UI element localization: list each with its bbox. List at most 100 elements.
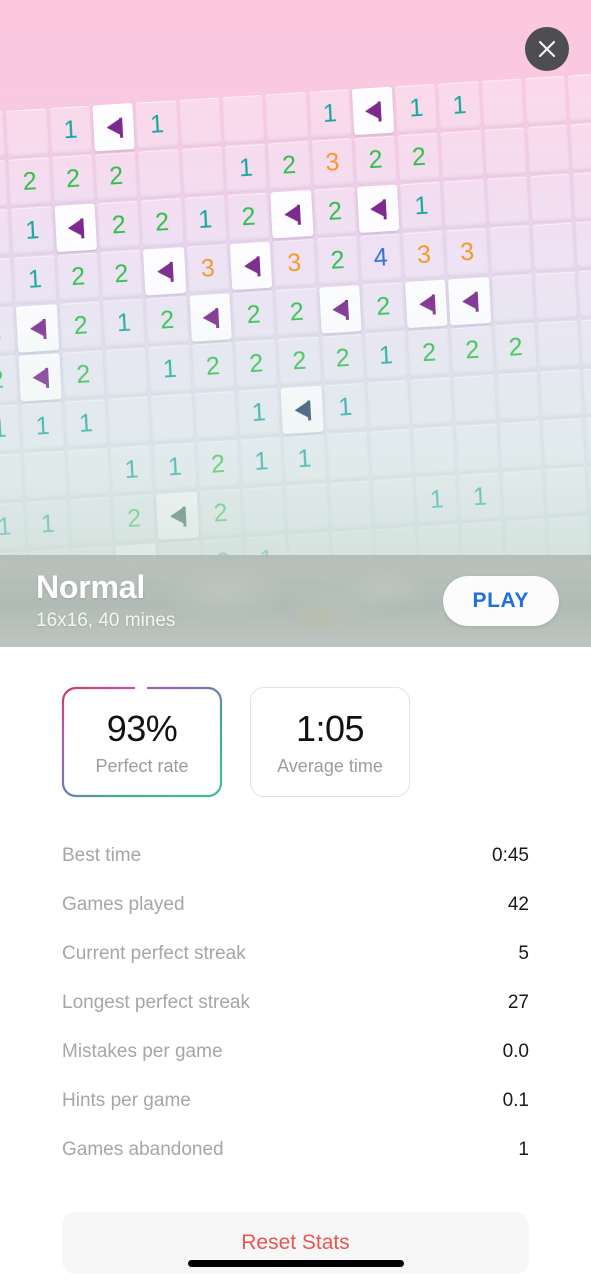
board-cell-number: 2 bbox=[196, 440, 240, 489]
difficulty-title: Normal bbox=[36, 569, 146, 606]
difficulty-bar: Normal 16x16, 40 mines PLAY bbox=[0, 555, 591, 647]
stat-label: Hints per game bbox=[62, 1089, 191, 1111]
board-cell-number: 2 bbox=[51, 154, 95, 204]
board-cell-empty bbox=[532, 222, 575, 272]
board-cell-flag bbox=[54, 203, 97, 253]
board-cell-empty bbox=[496, 372, 540, 421]
board-cell-number: 1 bbox=[323, 382, 367, 432]
stat-row: Best time 0:45 bbox=[62, 831, 529, 880]
board-cell-number: 2 bbox=[94, 151, 138, 201]
flag-icon bbox=[29, 318, 46, 338]
board-cell-empty bbox=[578, 268, 591, 318]
board-cell-number: 1 bbox=[135, 100, 179, 149]
stat-value: 1 bbox=[518, 1138, 529, 1160]
board-cell-number: 2 bbox=[56, 252, 100, 301]
board-cell-flag bbox=[18, 353, 62, 402]
board-cell-number: 3 bbox=[311, 138, 354, 187]
flag-icon bbox=[32, 367, 49, 387]
board-cell-number: 2 bbox=[0, 355, 19, 405]
board-cell-number: 3 bbox=[272, 238, 316, 288]
flag-icon bbox=[365, 101, 382, 121]
card-average-time: 1:05 Average time bbox=[250, 687, 410, 797]
board-cell-number: 2 bbox=[59, 301, 103, 350]
board-cell-number: 2 bbox=[361, 282, 405, 331]
board-cell-number: 1 bbox=[283, 434, 326, 484]
board-cell-empty bbox=[0, 160, 8, 209]
board-cell-number: 1 bbox=[148, 344, 192, 394]
board-cell-number: 1 bbox=[102, 298, 146, 348]
board-cell-empty bbox=[570, 121, 591, 171]
board-cell-empty bbox=[572, 170, 591, 220]
flag-icon bbox=[370, 199, 387, 219]
board-cell-number: 1 bbox=[11, 206, 54, 255]
board-cell-number: 1 bbox=[13, 255, 57, 304]
board-cell-number: 2 bbox=[232, 290, 275, 340]
stat-label: Longest perfect streak bbox=[62, 991, 250, 1013]
board-cell-number: 2 bbox=[316, 236, 359, 285]
board-cell-empty bbox=[499, 421, 542, 470]
difficulty-info: Normal 16x16, 40 mines bbox=[36, 570, 175, 631]
board-cell-empty bbox=[372, 478, 415, 527]
flag-icon bbox=[67, 218, 84, 238]
board-cell-empty bbox=[456, 423, 499, 473]
board-cell-number: 2 bbox=[140, 198, 184, 247]
board-cell-empty bbox=[194, 391, 237, 440]
perfect-rate-value: 93% bbox=[106, 707, 178, 749]
board-cell-number: 1 bbox=[458, 472, 502, 522]
board-cell-empty bbox=[0, 209, 11, 258]
stat-row: Longest perfect streak 27 bbox=[62, 978, 529, 1027]
board-cell-flag bbox=[156, 491, 199, 541]
summary-cards: 93% Perfect rate 1:05 Average time bbox=[0, 647, 591, 798]
close-icon bbox=[538, 40, 556, 58]
flag-icon bbox=[461, 291, 478, 311]
board-cell-empty bbox=[529, 173, 573, 223]
board-cell-flag bbox=[143, 247, 186, 296]
board-cell-number: 2 bbox=[61, 350, 105, 399]
flag-icon bbox=[283, 204, 300, 224]
board-cell-number: 2 bbox=[451, 325, 494, 375]
play-button[interactable]: PLAY bbox=[442, 576, 559, 626]
board-cell-number: 2 bbox=[8, 157, 52, 206]
stat-row: Games abandoned 1 bbox=[62, 1125, 529, 1174]
board-cell-empty bbox=[242, 486, 286, 535]
board-cell-empty bbox=[410, 377, 453, 427]
flag-icon bbox=[105, 117, 122, 137]
board-cell-empty bbox=[481, 78, 525, 127]
stat-value: 5 bbox=[518, 942, 529, 964]
board-cell-empty bbox=[491, 274, 535, 323]
board-cell-number: 1 bbox=[26, 499, 70, 549]
reset-section: Reset Stats bbox=[0, 1174, 591, 1274]
flag-icon bbox=[202, 308, 219, 327]
board-cell-number: 1 bbox=[237, 388, 281, 437]
board-cell-empty bbox=[138, 149, 181, 198]
stat-label: Mistakes per game bbox=[62, 1040, 223, 1062]
board-cell-empty bbox=[453, 374, 497, 424]
board-cell-flag bbox=[229, 241, 273, 291]
board-cell-number: 1 bbox=[0, 502, 26, 552]
board-cell-number: 3 bbox=[445, 228, 489, 277]
board-cell-empty bbox=[326, 431, 370, 481]
board-cell-number: 2 bbox=[275, 287, 319, 337]
board-cell-number: 1 bbox=[64, 399, 108, 448]
board-cell-number: 3 bbox=[186, 244, 230, 293]
board-cell-number: 2 bbox=[321, 334, 364, 383]
board-cell-empty bbox=[537, 320, 581, 369]
board-cell-empty bbox=[545, 467, 588, 516]
board-cell-empty bbox=[440, 130, 484, 179]
board-cell-number: 2 bbox=[494, 323, 537, 372]
board-cell-number: 1 bbox=[438, 81, 481, 130]
board-cell-number: 2 bbox=[227, 192, 270, 242]
board-cell-empty bbox=[181, 146, 225, 195]
board-cell-number: 1 bbox=[400, 181, 443, 231]
board-cell-flag bbox=[356, 184, 400, 233]
board-cell-empty bbox=[0, 111, 6, 160]
board-cell-number: 2 bbox=[278, 336, 321, 386]
board-cell-empty bbox=[0, 453, 24, 503]
stat-value: 0.0 bbox=[502, 1040, 529, 1062]
close-button[interactable] bbox=[525, 27, 569, 71]
board-cell-number: 3 bbox=[402, 230, 446, 280]
board-cell-flag bbox=[280, 385, 324, 435]
board-cell-flag bbox=[351, 86, 395, 136]
flag-icon bbox=[169, 506, 186, 526]
board-cell-number: 2 bbox=[313, 187, 357, 236]
